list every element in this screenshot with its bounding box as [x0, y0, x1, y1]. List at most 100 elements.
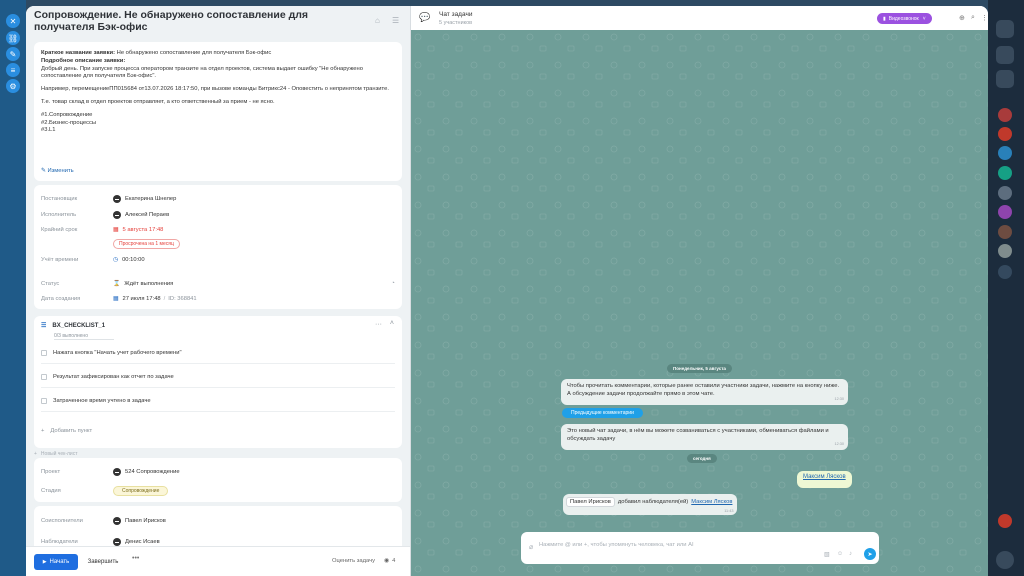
chat-icon[interactable] — [996, 46, 1014, 64]
link-icon[interactable]: ⛓ — [6, 31, 20, 45]
field-stage: Стадия Сопровождение — [41, 486, 395, 496]
send-icon[interactable]: ➤ — [864, 548, 876, 560]
checklist-item[interactable]: Затраченное время учтено в задаче — [41, 390, 395, 412]
tag[interactable]: #2.Бизнес-процессы — [41, 120, 395, 128]
rate-task-button[interactable]: Оценить задачу — [332, 558, 375, 564]
created-value: 27 июля 17:48 — [122, 296, 161, 302]
field-created: Дата создания ▦ 27 июля 17:48/ID: 368841 — [41, 296, 197, 302]
background-right-bar — [988, 0, 1024, 576]
assignee-name[interactable]: Алексей Пераев — [125, 212, 169, 218]
previous-comments-button[interactable]: Предыдущие комментарии — [562, 408, 643, 418]
avatar[interactable] — [998, 514, 1012, 528]
emoji-icon[interactable]: ☺ — [837, 551, 843, 557]
more-button[interactable]: ••• — [132, 555, 139, 562]
status-value: Ждёт выполнения — [124, 280, 174, 287]
avatar[interactable] — [998, 244, 1012, 258]
user-chip[interactable]: Павел Ирисков — [566, 497, 615, 507]
avatar[interactable] — [998, 166, 1012, 180]
field-label: Проект — [41, 469, 61, 475]
pin-icon[interactable]: ⌂ — [375, 16, 385, 26]
menu-icon[interactable]: ☰ — [392, 16, 402, 26]
add-user-icon[interactable]: ⊕ — [959, 14, 965, 22]
gallery-icon[interactable]: ▧ — [824, 551, 830, 558]
page-title: Сопровождение. Не обнаружено сопоставлен… — [34, 9, 309, 33]
field-label: Статус — [41, 280, 60, 287]
project-value[interactable]: 524 Сопровождение — [125, 469, 180, 475]
mic-icon[interactable]: ♪ — [849, 551, 852, 557]
checkbox[interactable] — [41, 349, 47, 356]
avatar[interactable] — [998, 146, 1012, 160]
system-message: Это новый чат задачи, в нём вы можете со… — [561, 424, 848, 450]
message-text: Это новый чат задачи, в нём вы можете со… — [567, 428, 829, 442]
avatar[interactable] — [998, 108, 1012, 122]
menu-icon[interactable] — [996, 551, 1014, 569]
field-label: Исполнитель — [41, 212, 77, 218]
time-value[interactable]: 00:10:00 — [122, 257, 145, 263]
field-coexecutors: Соисполнители Павел Ирисков — [41, 517, 395, 525]
paperclip-icon[interactable]: ⌀ — [529, 543, 533, 551]
search-icon[interactable]: ⌕ — [971, 14, 975, 22]
my-message[interactable]: Максим Лясков — [797, 471, 852, 488]
observer-name[interactable]: Денис Исаев — [125, 539, 160, 545]
add-item-button[interactable]: + Добавить пункт — [41, 428, 92, 434]
chat-title[interactable]: Чат задачи — [439, 11, 472, 18]
task-pane: Сопровождение. Не обнаружено сопоставлен… — [26, 6, 410, 576]
checkbox[interactable] — [41, 397, 47, 404]
chat-members[interactable]: 5 участников — [439, 20, 472, 26]
chat-header: 💬 Чат задачи 5 участников ▮ Видеозвонок ˅ … — [411, 6, 988, 30]
field-observers: Наблюдатели Денис Исаев — [41, 538, 395, 546]
deadline-value[interactable]: 5 августа 17:48 — [122, 227, 163, 233]
stage-select[interactable]: Сопровождение — [113, 486, 169, 496]
edit-icon[interactable]: ✎ — [6, 47, 20, 61]
more-icon[interactable]: ⋮ — [981, 14, 988, 22]
mention-link[interactable]: Максим Лясков — [691, 499, 732, 505]
start-button[interactable]: ▶ Начать — [34, 554, 78, 570]
avatar[interactable] — [998, 225, 1012, 239]
tag[interactable]: #1.Сопровождение — [41, 112, 395, 120]
avatar[interactable] — [998, 127, 1012, 141]
field-label: Наблюдатели — [41, 539, 78, 545]
chat-messages[interactable]: Понедельник, 5 августа Чтобы прочитать к… — [411, 30, 988, 576]
checklist-progress-bar — [54, 339, 114, 340]
message-text: добавил наблюдателя(ей) — [617, 499, 689, 505]
checkbox[interactable] — [41, 373, 47, 380]
task-scroll-area[interactable]: Краткое название заявки: Не обнаружено с… — [26, 36, 410, 546]
task-footer: ▶ Начать Завершить ••• Оценить задачу ◉ 4 — [26, 546, 410, 576]
chat-bubble-icon: 💬 — [419, 12, 431, 22]
more-icon[interactable]: ··· — [375, 321, 382, 328]
status-settings-icon[interactable]: ◔ — [391, 280, 395, 287]
message-time: 12:30 — [834, 441, 844, 446]
field-label: Учёт времени — [41, 257, 79, 263]
message-input[interactable]: Нажмите @ или +, чтобы упомянуть человек… — [539, 542, 694, 548]
checklist-title[interactable]: ☰ BX_CHECKLIST_1 — [41, 322, 105, 330]
checklist-item[interactable]: Результат зафиксирован как отчет по зада… — [41, 366, 395, 388]
list-icon[interactable]: ≡ — [6, 63, 20, 77]
telephony-icon[interactable] — [996, 70, 1014, 88]
avatar[interactable] — [998, 205, 1012, 219]
chevron-up-icon[interactable]: ˄ — [390, 320, 394, 327]
clock-icon: ◷ — [113, 257, 119, 263]
settings-icon[interactable]: ⚙ — [6, 79, 20, 93]
creator-name[interactable]: Екатерина Шнелер — [125, 196, 176, 202]
checklist-item[interactable]: Нажата кнопка "Начать учет рабочего врем… — [41, 342, 395, 364]
desc-short-label: Краткое название заявки: — [41, 50, 116, 56]
notification-icon[interactable] — [996, 20, 1014, 38]
avatar[interactable] — [998, 265, 1012, 279]
mention-link[interactable]: Максим Лясков — [803, 474, 846, 480]
close-icon[interactable]: ✕ — [6, 14, 20, 28]
checklist-card: ☰ BX_CHECKLIST_1 ··· ˄ 0/3 выполнено Нажа… — [34, 316, 402, 448]
desc-short-value: Не обнаружено сопоставление для получате… — [116, 50, 272, 56]
people-card: Соисполнители Павел Ирисков Наблюдатели … — [34, 506, 402, 546]
edit-link[interactable]: ✎ Изменить — [41, 168, 74, 176]
project-card: Проект 524 Сопровождение Стадия Сопровож… — [34, 458, 402, 502]
task-slider-panel: Сопровождение. Не обнаружено сопоставлен… — [26, 6, 988, 576]
tag[interactable]: #3.L1 — [41, 127, 395, 135]
video-call-button[interactable]: ▮ Видеозвонок ˅ — [877, 13, 932, 24]
user-icon — [113, 211, 121, 219]
new-checklist-button[interactable]: + Новый чек-лист — [34, 451, 77, 457]
avatar[interactable] — [998, 186, 1012, 200]
finish-button[interactable]: Завершить — [82, 554, 124, 570]
hourglass-icon: ⌛ — [113, 280, 121, 287]
coexecutor-name[interactable]: Павел Ирисков — [125, 518, 166, 524]
message-composer[interactable]: ⌀ Нажмите @ или +, чтобы упомянуть челов… — [521, 532, 879, 564]
